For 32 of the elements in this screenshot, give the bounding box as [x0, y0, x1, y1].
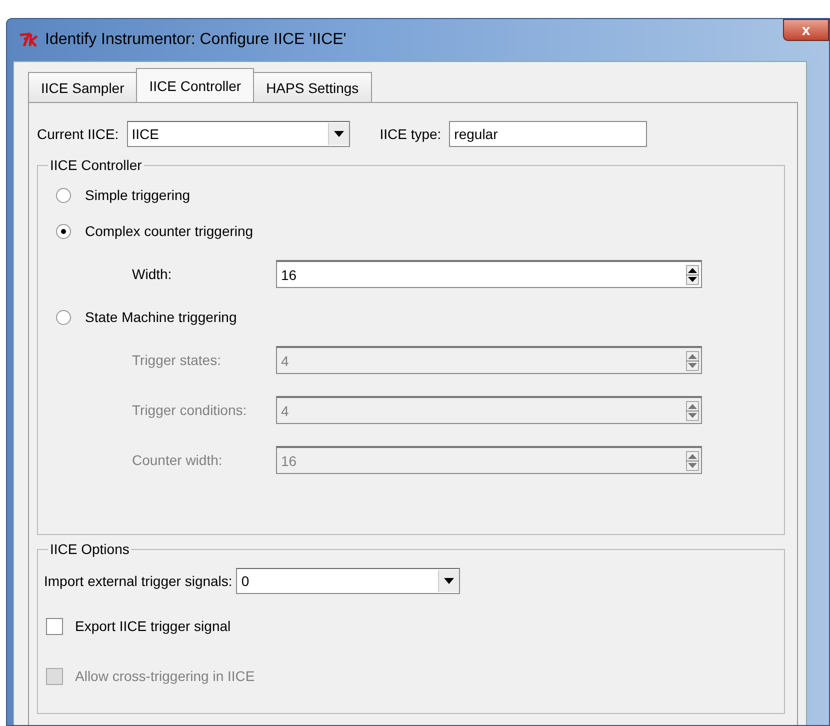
tab[interactable]: IICE Sampler — [28, 72, 138, 102]
group-title: IICE Options — [49, 541, 130, 557]
field-label: Width: — [131, 266, 173, 282]
radio-label: Simple triggering — [85, 187, 190, 203]
trigger-signals-dropdown[interactable]: 0 — [236, 568, 460, 594]
current-iice-dropdown[interactable]: IICE — [126, 121, 350, 147]
spin-arrows-icon — [686, 350, 699, 370]
dropdown-arrow-icon — [334, 131, 344, 137]
spin-arrows-icon — [686, 264, 699, 284]
iice-type-field[interactable]: regular — [449, 121, 648, 147]
tab[interactable]: IICE Controller — [136, 68, 254, 102]
field-label: Import external trigger signals: — [44, 573, 232, 589]
field-label: Counter width: — [131, 452, 224, 468]
checkbox-label: Allow cross-triggering in IICE — [75, 668, 255, 684]
checkbox-label: Export IICE trigger signal — [75, 618, 231, 634]
field-label: Trigger conditions: — [131, 402, 248, 418]
radio-label: State Machine triggering — [85, 309, 237, 325]
dropdown-arrow-icon — [444, 578, 454, 584]
tab[interactable]: HAPS Settings — [253, 72, 372, 102]
checkbox[interactable] — [46, 618, 63, 634]
field-label: Current IICE: — [37, 126, 119, 142]
spin-arrows-icon — [686, 400, 699, 420]
radio-label: Complex counter triggering — [85, 223, 254, 239]
field-label: IICE type: — [380, 126, 442, 142]
group-title: IICE Controller — [49, 157, 143, 173]
spin-arrows-icon — [686, 450, 699, 470]
window-title: Identify Instrumentor: Configure IICE 'IICE' — [45, 31, 346, 49]
spin-field[interactable]: 16 — [276, 260, 702, 288]
field-label: Trigger states: — [131, 352, 222, 368]
radio-button[interactable] — [56, 224, 71, 238]
radio-button[interactable] — [56, 310, 71, 324]
radio-button[interactable] — [56, 188, 71, 202]
